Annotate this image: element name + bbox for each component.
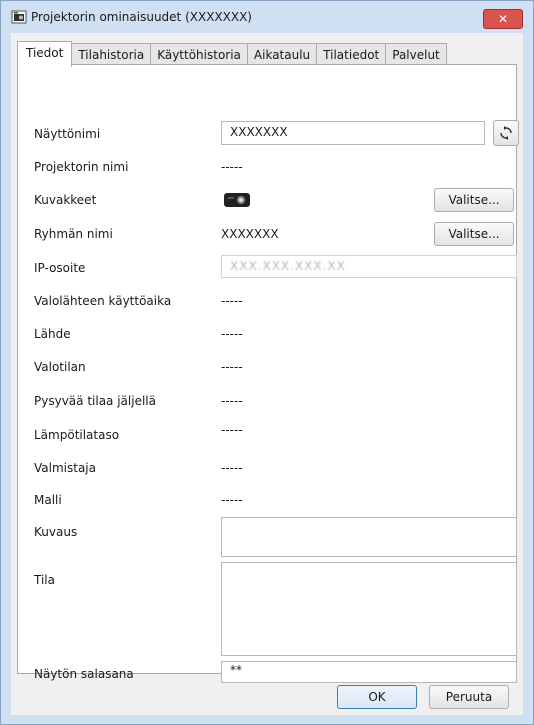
refresh-button[interactable] [493,120,519,146]
refresh-icon [500,126,512,140]
tab-strip: Tiedot Tilahistoria Käyttöhistoria Aikat… [17,41,447,67]
ip-address-label: IP-osoite [34,261,86,275]
group-select-button[interactable]: Valitse... [434,222,514,246]
light-source-time-value: ----- [221,294,243,308]
title-bar[interactable]: Projektorin ominaisuudet (XXXXXXX) ✕ [1,1,533,33]
model-label: Malli [34,493,62,507]
close-button[interactable]: ✕ [483,9,523,29]
light-source-time-label: Valolähteen käyttöaika [34,294,172,308]
storage-remaining-label: Pysyvää tilaa jäljellä [34,394,156,408]
dialog-footer: OK Peruuta [11,673,523,715]
dialog-client-area: Tiedot Tilahistoria Käyttöhistoria Aikat… [11,33,523,715]
icons-select-button[interactable]: Valitse... [434,188,514,212]
temperature-level-label: Lämpötilataso [34,428,120,442]
dialog-window: Projektorin ominaisuudet (XXXXXXX) ✕ Tie… [0,0,534,725]
manufacturer-value: ----- [221,461,243,475]
group-name-label: Ryhmän nimi [34,227,113,241]
display-name-value: XXXXXXX [230,125,288,139]
description-label: Kuvaus [34,525,78,539]
temperature-level-value: ----- [221,423,243,437]
window-title: Projektorin ominaisuudet (XXXXXXX) [31,10,252,24]
projector-name-value: ----- [221,160,243,174]
source-value: ----- [221,327,243,341]
tab-panel-tiedot: Näyttönimi XXXXXXX Projektorin nimi ----… [17,64,519,683]
storage-remaining-value: ----- [221,394,243,408]
projector-name-label: Projektorin nimi [34,160,129,174]
icons-label: Kuvakkeet [34,193,97,207]
status-textarea[interactable] [221,562,517,656]
tab-tiedot[interactable]: Tiedot [17,41,73,67]
projector-icon [224,193,250,207]
display-name-input[interactable]: XXXXXXX [221,121,485,145]
cancel-button[interactable]: Peruuta [429,685,509,709]
ip-address-value: XXX.XXX.XXX.XX [230,259,346,273]
status-label: Tila [34,573,55,587]
description-input[interactable] [221,517,517,557]
source-label: Lähde [34,327,71,341]
group-name-value: XXXXXXX [221,227,279,241]
manufacturer-label: Valmistaja [34,461,96,475]
ip-address-field: XXX.XXX.XXX.XX [221,255,517,278]
display-name-label: Näyttönimi [34,127,101,141]
model-value: ----- [221,493,243,507]
projector-app-icon [11,10,27,24]
light-mode-label: Valotilan [34,360,86,374]
ok-button[interactable]: OK [337,685,417,709]
light-mode-value: ----- [221,360,243,374]
close-icon: ✕ [497,12,509,26]
